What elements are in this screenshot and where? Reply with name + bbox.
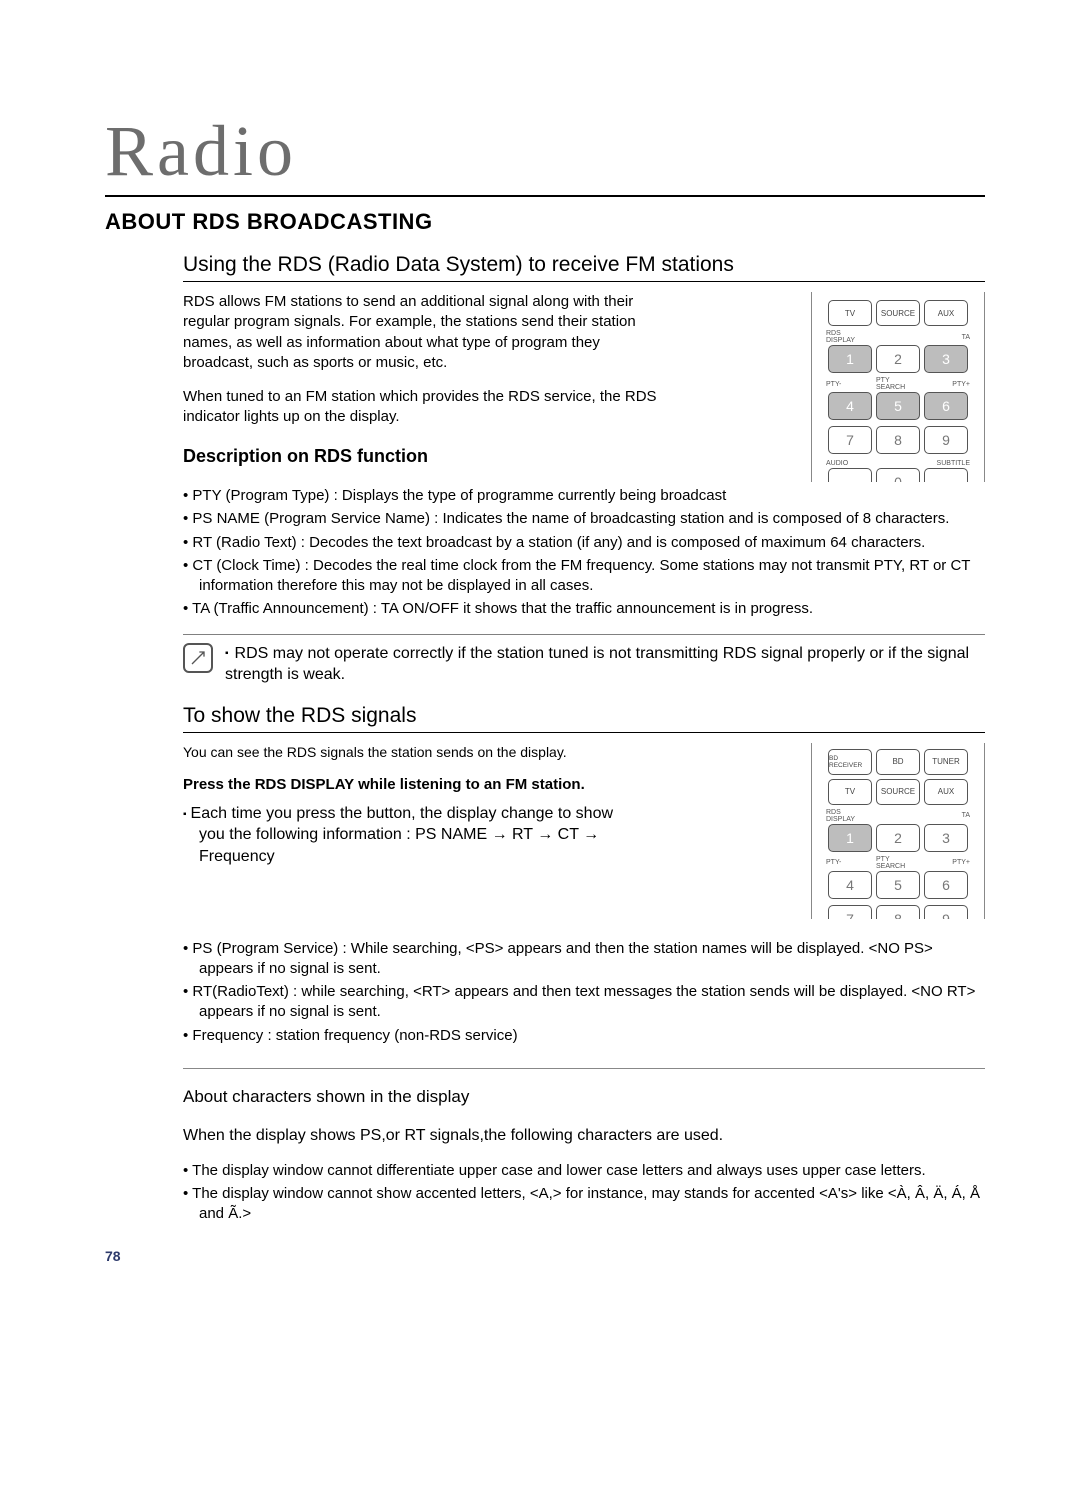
bullet-ps: PS (Program Service) : While searching, … <box>183 939 985 980</box>
remote-key-8: 8 <box>876 905 920 919</box>
remote-key-9: 9 <box>924 905 968 919</box>
bullet-ct: CT (Clock Time) : Decodes the real time … <box>183 556 985 597</box>
bullet-case: The display window cannot differentiate … <box>183 1161 985 1181</box>
intro-paragraph-2: When tuned to an FM station which provid… <box>183 387 663 428</box>
label-rds-display: RDS DISPLAY <box>824 809 870 823</box>
remote-key-3: 3 <box>924 824 968 852</box>
description-heading: Description on RDS function <box>183 446 793 467</box>
bullet-rt: RT (Radio Text) : Decodes the text broad… <box>183 533 985 553</box>
remote-illustration-2: BD RECEIVER BD TUNER TV SOURCE AUX RDS D… <box>811 743 985 919</box>
about-chars-intro: When the display shows PS,or RT signals,… <box>183 1125 985 1147</box>
divider <box>183 1068 985 1069</box>
bullet-accents: The display window cannot show accented … <box>183 1184 985 1225</box>
show-instruction: Press the RDS DISPLAY while listening to… <box>183 776 793 793</box>
chapter-title: Radio <box>105 110 985 197</box>
bullet-pty: PTY (Program Type) : Displays the type o… <box>183 486 985 506</box>
note-text: ▪RDS may not operate correctly if the st… <box>225 643 985 686</box>
bullet-ta: TA (Traffic Announcement) : TA ON/OFF it… <box>183 599 985 619</box>
bullet-ps-name: PS NAME (Program Service Name) : Indicat… <box>183 509 985 529</box>
remote-key-tuner: TUNER <box>924 749 968 775</box>
remote-key-8: 8 <box>876 426 920 454</box>
label-audio: AUDIO <box>824 460 870 467</box>
remote-key-2: 2 <box>876 345 920 373</box>
remote-key-7: 7 <box>828 426 872 454</box>
remote-key-aux: AUX <box>924 779 968 805</box>
about-chars-bullets: The display window cannot differentiate … <box>183 1161 985 1225</box>
subheading-show-rds: To show the RDS signals <box>183 704 985 733</box>
bullet-frequency: Frequency : station frequency (non-RDS s… <box>183 1026 985 1046</box>
remote-key-1: 1 <box>828 824 872 852</box>
note-icon <box>183 643 213 673</box>
about-chars-heading: About characters shown in the display <box>183 1087 985 1107</box>
remote-illustration-1: TV SOURCE AUX RDS DISPLAY TA 1 2 3 <box>811 292 985 482</box>
remote-key-4: 4 <box>828 871 872 899</box>
remote-key-5: 5 <box>876 871 920 899</box>
page-number: 78 <box>105 1248 121 1264</box>
show-intro: You can see the RDS signals the station … <box>183 743 793 762</box>
label-rds-display: RDS DISPLAY <box>824 330 870 344</box>
label-pty-search: PTY SEARCH <box>874 377 920 391</box>
label-ta: TA <box>924 809 972 823</box>
label-ta: TA <box>924 330 972 344</box>
section-heading: ABOUT RDS BROADCASTING <box>105 209 985 235</box>
remote-key-4: 4 <box>828 392 872 420</box>
remote-key-source: SOURCE <box>876 779 920 805</box>
remote-key-6: 6 <box>924 392 968 420</box>
remote-key-1: 1 <box>828 345 872 373</box>
remote-key-0: 0 <box>876 468 920 482</box>
show-paragraph: ▪Each time you press the button, the dis… <box>183 803 629 868</box>
label-subtitle: SUBTITLE <box>924 460 972 467</box>
remote-key-bd: BD <box>876 749 920 775</box>
remote-key-6: 6 <box>924 871 968 899</box>
intro-paragraph-1: RDS allows FM stations to send an additi… <box>183 292 663 373</box>
remote-key-3: 3 <box>924 345 968 373</box>
label-pty-minus: PTY- <box>824 856 870 870</box>
remote-key-5: 5 <box>876 392 920 420</box>
remote-key-2: 2 <box>876 824 920 852</box>
show-bullets: PS (Program Service) : While searching, … <box>183 939 985 1046</box>
remote-key-7: 7 <box>828 905 872 919</box>
remote-key-aux: AUX <box>924 300 968 326</box>
manual-page: Radio ABOUT RDS BROADCASTING Using the R… <box>0 0 1080 1294</box>
label-pty-plus: PTY+ <box>924 856 972 870</box>
remote-key-bd-receiver: BD RECEIVER <box>828 749 872 775</box>
label-pty-plus: PTY+ <box>924 377 972 391</box>
label-pty-search: PTY SEARCH <box>874 856 920 870</box>
label-pty-minus: PTY- <box>824 377 870 391</box>
bullet-rt2: RT(RadioText) : while searching, <RT> ap… <box>183 982 985 1023</box>
description-bullets: PTY (Program Type) : Displays the type o… <box>183 486 985 620</box>
subheading-using-rds: Using the RDS (Radio Data System) to rec… <box>183 253 985 282</box>
remote-key-9: 9 <box>924 426 968 454</box>
remote-key-tv: TV <box>828 779 872 805</box>
note-box: ▪RDS may not operate correctly if the st… <box>183 634 985 686</box>
remote-key-source: SOURCE <box>876 300 920 326</box>
remote-key-tv: TV <box>828 300 872 326</box>
